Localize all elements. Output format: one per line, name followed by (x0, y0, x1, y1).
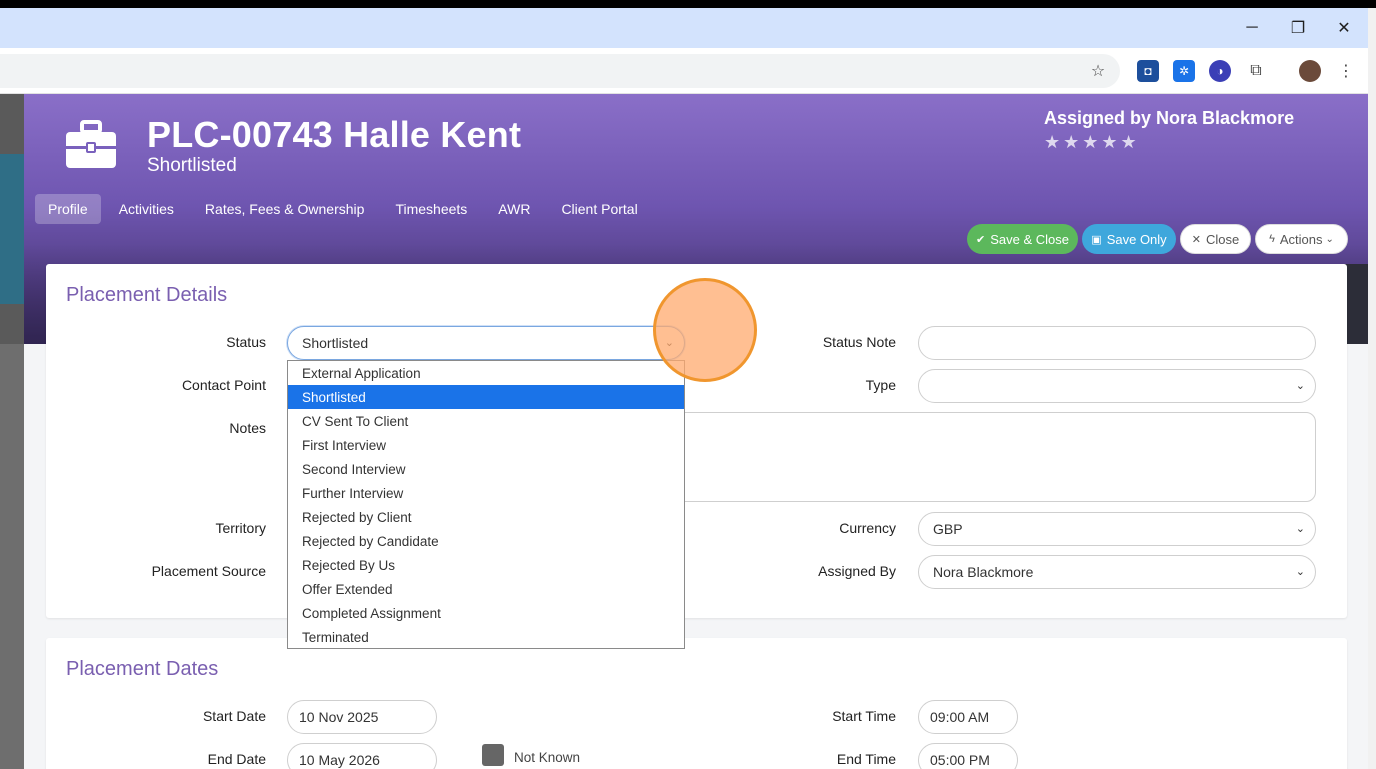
start-date-label: Start Date (146, 708, 266, 724)
end-time-input[interactable]: 05:00 PM (918, 743, 1018, 769)
chevron-down-icon: ⌄ (1296, 522, 1305, 535)
placement-dates-title: Placement Dates (66, 658, 218, 681)
status-option[interactable]: Offer Extended (288, 577, 684, 601)
start-time-input[interactable]: 09:00 AM (918, 700, 1018, 734)
status-option[interactable]: Completed Assignment (288, 601, 684, 625)
x-icon: ✕ (1192, 233, 1201, 246)
placement-modal: PLC-00743 Halle Kent Shortlisted Assigne… (24, 94, 1368, 769)
check-icon: ✔ (976, 233, 985, 246)
tab-profile[interactable]: Profile (35, 194, 101, 224)
chevron-down-icon: ⌄ (1296, 565, 1305, 578)
screen-top-edge (0, 0, 1376, 8)
minimize-button[interactable]: ─ (1229, 8, 1275, 48)
tab-timesheets[interactable]: Timesheets (382, 194, 480, 224)
status-option[interactable]: CV Sent To Client (288, 409, 684, 433)
assigned-by-select[interactable]: Nora Blackmore ⌄ (918, 555, 1316, 589)
type-select[interactable]: ⌄ (918, 369, 1316, 403)
status-label: Status (146, 334, 266, 350)
extension-flag-icon[interactable]: ◑ (1209, 60, 1231, 82)
close-icon: ✕ (1337, 18, 1350, 38)
extensions-puzzle-icon[interactable]: ⧉ (1245, 60, 1267, 82)
record-title: PLC-00743 Halle Kent (147, 114, 521, 156)
record-tabs: Profile Activities Rates, Fees & Ownersh… (35, 194, 656, 224)
browser-titlebar (0, 8, 1368, 48)
save-close-button[interactable]: ✔ Save & Close (967, 224, 1078, 254)
status-option[interactable]: Second Interview (288, 457, 684, 481)
placement-dates-card: Placement Dates Start Date 10 Nov 2025 E… (46, 638, 1347, 769)
actions-label: Actions (1280, 232, 1323, 247)
currency-label: Currency (746, 520, 896, 536)
end-time-value: 05:00 PM (930, 752, 990, 768)
assigned-by-text: Assigned by Nora Blackmore (1044, 108, 1294, 129)
placement-source-label: Placement Source (106, 563, 266, 579)
currency-value: GBP (933, 521, 963, 537)
territory-label: Territory (146, 520, 266, 536)
browser-menu-icon[interactable]: ⋮ (1335, 60, 1357, 82)
tab-client-portal[interactable]: Client Portal (548, 194, 650, 224)
currency-select[interactable]: GBP ⌄ (918, 512, 1316, 546)
restore-icon: ❐ (1291, 18, 1305, 38)
click-indicator (653, 278, 757, 382)
briefcase-icon (64, 120, 118, 170)
chevron-down-icon: ⌄ (1326, 234, 1334, 245)
window-close-button[interactable]: ✕ (1321, 8, 1367, 48)
assigned-by-value: Nora Blackmore (933, 564, 1033, 580)
extension-shield-icon[interactable]: ◘ (1137, 60, 1159, 82)
save-only-button[interactable]: ▣ Save Only (1082, 224, 1176, 254)
save-close-label: Save & Close (990, 232, 1069, 247)
end-date-input[interactable]: 10 May 2026 (287, 743, 437, 769)
tab-activities[interactable]: Activities (106, 194, 187, 224)
status-option[interactable]: Further Interview (288, 481, 684, 505)
status-option[interactable]: First Interview (288, 433, 684, 457)
save-only-label: Save Only (1107, 232, 1167, 247)
close-button[interactable]: ✕ Close (1180, 224, 1251, 254)
tab-rates-fees-ownership[interactable]: Rates, Fees & Ownership (192, 194, 378, 224)
type-label: Type (746, 377, 896, 393)
status-option[interactable]: Rejected by Candidate (288, 529, 684, 553)
status-dropdown-list: External Application Shortlisted CV Sent… (287, 360, 685, 649)
chevron-down-icon: ⌄ (1296, 379, 1305, 392)
profile-avatar[interactable] (1299, 60, 1321, 82)
start-time-value: 09:00 AM (930, 709, 989, 725)
tab-awr[interactable]: AWR (485, 194, 543, 224)
status-option[interactable]: Terminated (288, 625, 684, 649)
maximize-button[interactable]: ❐ (1275, 8, 1321, 48)
close-label: Close (1206, 232, 1239, 247)
floppy-icon: ▣ (1091, 233, 1101, 246)
end-time-label: End Time (746, 751, 896, 767)
status-value: Shortlisted (302, 335, 368, 351)
status-option[interactable]: External Application (288, 361, 684, 385)
minimize-icon: ─ (1246, 19, 1257, 37)
page-scrollbar[interactable] (1368, 8, 1376, 769)
start-time-label: Start Time (746, 708, 896, 724)
status-option[interactable]: Rejected By Us (288, 553, 684, 577)
placement-details-title: Placement Details (66, 284, 227, 307)
record-status: Shortlisted (147, 155, 237, 177)
start-date-input[interactable]: 10 Nov 2025 (287, 700, 437, 734)
assigned-by-label: Assigned By (746, 563, 896, 579)
rating-stars[interactable]: ★★★★★ (1044, 132, 1140, 153)
status-select[interactable]: Shortlisted ⌄ (287, 326, 685, 360)
start-date-value: 10 Nov 2025 (299, 709, 378, 725)
not-known-label: Not Known (514, 750, 580, 765)
end-date-value: 10 May 2026 (299, 752, 380, 768)
header-edge (1344, 264, 1368, 344)
bookmark-star-icon[interactable]: ☆ (1087, 60, 1109, 82)
contact-point-label: Contact Point (106, 377, 266, 393)
notes-label: Notes (146, 420, 266, 436)
actions-button[interactable]: ϟ Actions⌄ (1255, 224, 1348, 254)
extension-gear-icon[interactable]: ✲ (1173, 60, 1195, 82)
end-date-label: End Date (146, 751, 266, 767)
bolt-icon: ϟ (1269, 233, 1275, 245)
status-note-input[interactable] (918, 326, 1316, 360)
status-option-selected[interactable]: Shortlisted (288, 385, 684, 409)
address-bar[interactable] (0, 54, 1120, 88)
status-option[interactable]: Rejected by Client (288, 505, 684, 529)
status-note-label: Status Note (746, 334, 896, 350)
not-known-checkbox[interactable] (482, 744, 504, 766)
